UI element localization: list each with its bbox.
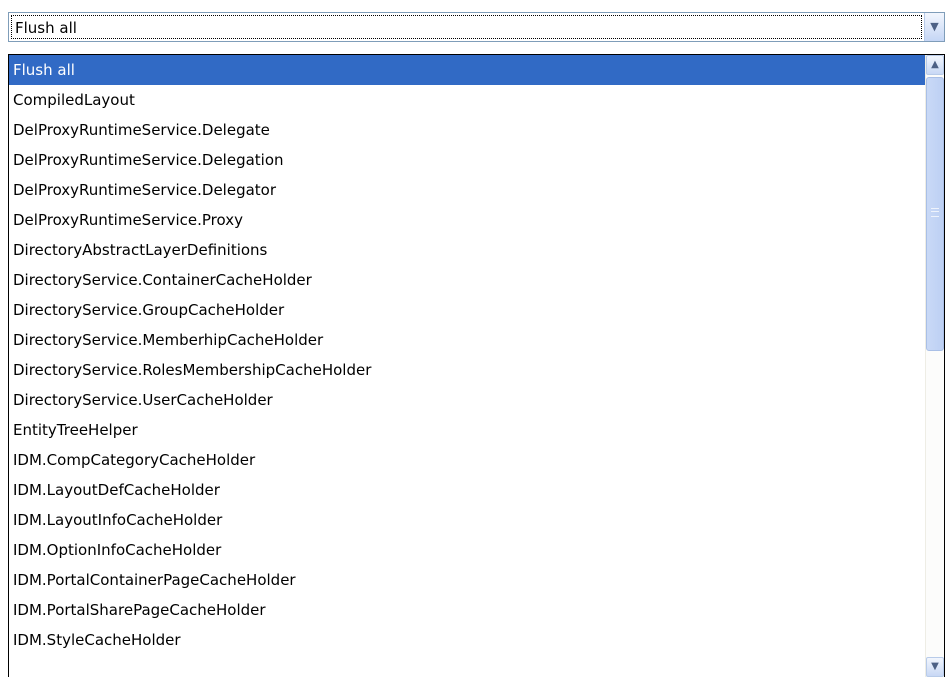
grip-icon [931, 208, 939, 217]
list-item[interactable]: IDM.PortalContainerPageCacheHolder [9, 565, 926, 595]
option-list: Flush all CompiledLayout DelProxyRuntimeSe… [9, 55, 926, 655]
list-item[interactable]: DelProxyRuntimeService.Delegation [9, 145, 926, 175]
select-current-value[interactable]: Flush all [11, 15, 922, 39]
list-item[interactable]: IDM.CompCategoryCacheHolder [9, 445, 926, 475]
list-item[interactable]: DirectoryAbstractLayerDefinitions [9, 235, 926, 265]
list-item[interactable]: DelProxyRuntimeService.Delegate [9, 115, 926, 145]
dropdown-list[interactable]: Flush all CompiledLayout DelProxyRuntimeSe… [8, 54, 945, 677]
list-item[interactable]: DirectoryService.MemberhipCacheHolder [9, 325, 926, 355]
list-item[interactable]: IDM.PortalSharePageCacheHolder [9, 595, 926, 625]
vertical-scrollbar[interactable]: ▲ ▼ [925, 55, 944, 677]
list-item[interactable]: IDM.StyleCacheHolder [9, 625, 926, 655]
list-item[interactable]: IDM.OptionInfoCacheHolder [9, 535, 926, 565]
list-item[interactable]: DirectoryService.GroupCacheHolder [9, 295, 926, 325]
list-item[interactable]: IDM.LayoutDefCacheHolder [9, 475, 926, 505]
list-item[interactable]: DelProxyRuntimeService.Proxy [9, 205, 926, 235]
scrollbar-thumb[interactable] [926, 77, 944, 351]
cache-select[interactable]: Flush all ▼ [8, 12, 945, 42]
scroll-down-arrow-icon[interactable]: ▼ [926, 657, 944, 677]
list-item[interactable]: Flush all [9, 55, 926, 85]
list-item[interactable]: EntityTreeHelper [9, 415, 926, 445]
list-item[interactable]: CompiledLayout [9, 85, 926, 115]
chevron-down-icon[interactable]: ▼ [924, 13, 944, 41]
list-item[interactable]: IDM.LayoutInfoCacheHolder [9, 505, 926, 535]
list-item[interactable]: DelProxyRuntimeService.Delegator [9, 175, 926, 205]
scroll-up-arrow-icon[interactable]: ▲ [926, 55, 944, 75]
list-item[interactable]: DirectoryService.RolesMembershipCacheHol… [9, 355, 926, 385]
list-item[interactable]: DirectoryService.UserCacheHolder [9, 385, 926, 415]
list-item[interactable]: DirectoryService.ContainerCacheHolder [9, 265, 926, 295]
